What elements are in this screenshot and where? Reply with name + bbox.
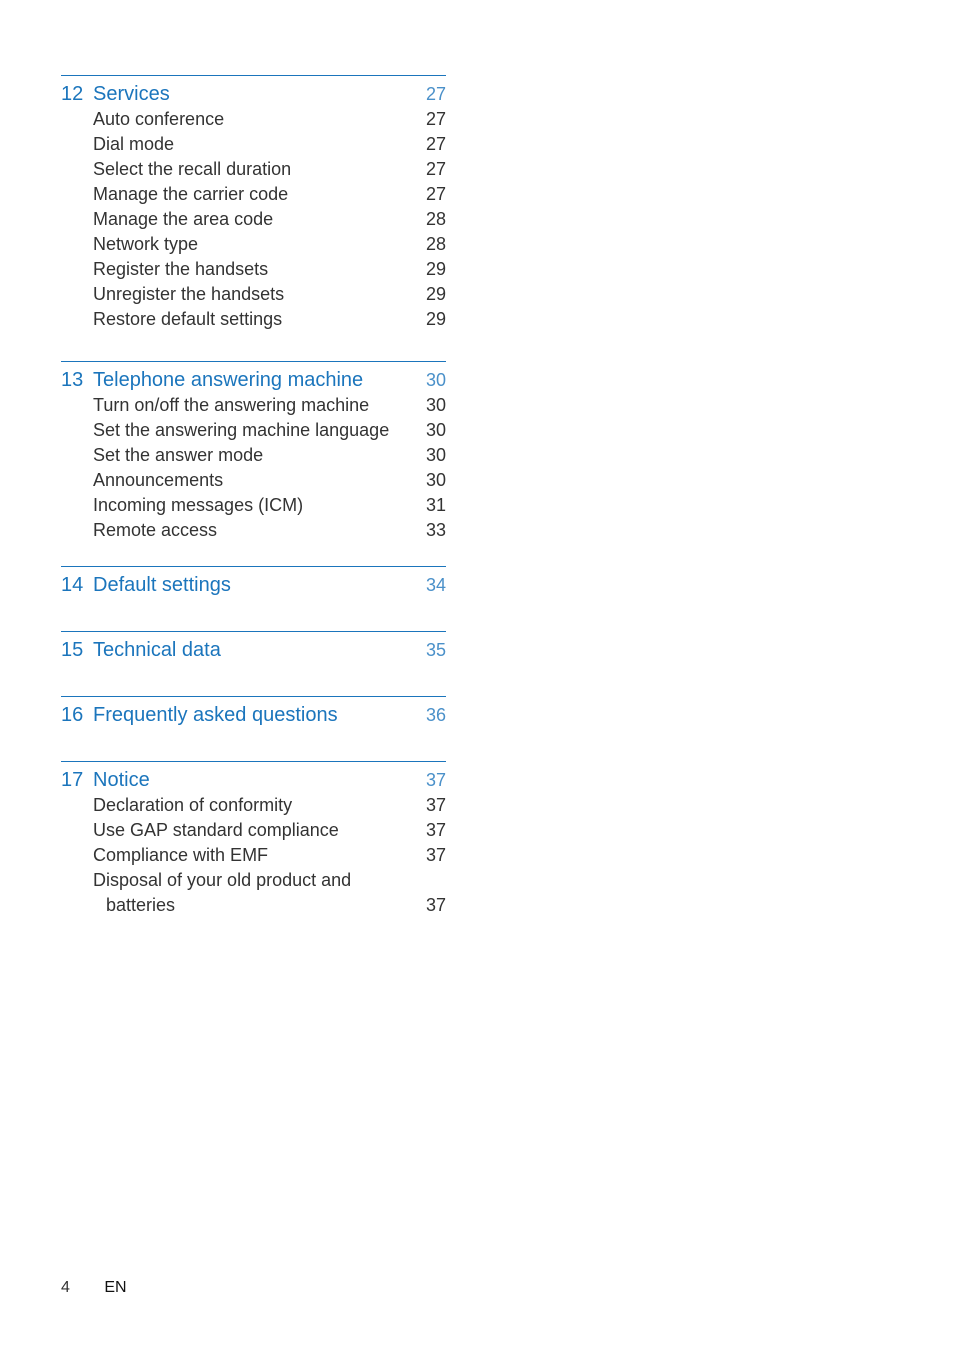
entry-page: 27	[425, 184, 446, 204]
section-page: 36	[425, 705, 446, 725]
toc-section: 12 Services 27 Auto conference 27 Dial mode 27…	[61, 75, 446, 332]
toc-heading[interactable]: 13 Telephone answering machine 30	[61, 368, 446, 393]
entry-page: 28	[425, 234, 446, 254]
toc-section: 16 Frequently asked questions 36	[61, 696, 446, 728]
entry-page: 30	[425, 395, 446, 415]
entry-page: 30	[425, 470, 446, 490]
entry-page: 37	[425, 820, 446, 840]
section-page: 37	[425, 770, 446, 790]
entry-page: 27	[425, 134, 446, 154]
entry-label: Announcements	[93, 470, 224, 490]
page-footer: 4 EN	[61, 1279, 127, 1297]
entry-label: Set the answer mode	[93, 445, 264, 465]
entry-page: 31	[425, 495, 446, 515]
toc-entry[interactable]: Dial mode 27	[61, 132, 446, 157]
entry-label: Disposal of your old product and	[93, 870, 352, 890]
toc-entry[interactable]: Announcements 30	[61, 468, 446, 493]
entry-page: 29	[425, 259, 446, 279]
toc-heading[interactable]: 16 Frequently asked questions 36	[61, 703, 446, 728]
entry-label: Set the answering machine language	[93, 420, 390, 440]
entry-label: Compliance with EMF	[93, 845, 269, 865]
toc-section: 17 Notice 37 Declaration of conformity 37 Use…	[61, 761, 446, 918]
toc-entry[interactable]: Auto conference 27	[61, 107, 446, 132]
entry-page: 30	[425, 420, 446, 440]
toc-entry[interactable]: Set the answering machine language 30	[61, 418, 446, 443]
entry-label: Restore default settings	[93, 309, 283, 329]
section-page: 30	[425, 370, 446, 390]
entry-page: 27	[425, 159, 446, 179]
entry-label: Remote access	[93, 520, 218, 540]
section-number: 16	[61, 704, 84, 726]
toc-entry[interactable]: Manage the area code 28	[61, 207, 446, 232]
section-page: 34	[425, 575, 446, 595]
entry-page: 29	[425, 309, 446, 329]
section-number: 17	[61, 769, 84, 791]
toc-entry[interactable]: Use GAP standard compliance 37	[61, 818, 446, 843]
toc-entry[interactable]: Disposal of your old product and	[61, 868, 446, 893]
section-page: 27	[425, 84, 446, 104]
section-number: 14	[61, 574, 84, 596]
toc-entry[interactable]: Compliance with EMF 37	[61, 843, 446, 868]
toc-heading[interactable]: 15 Technical data 35	[61, 638, 446, 663]
entry-label: Dial mode	[93, 134, 175, 154]
toc-entry[interactable]: Register the handsets 29	[61, 257, 446, 282]
entry-page: 29	[425, 284, 446, 304]
entry-page: 37	[425, 795, 446, 815]
toc-entry[interactable]: Declaration of conformity 37	[61, 793, 446, 818]
toc-entry[interactable]: batteries 37	[61, 893, 446, 918]
section-number: 15	[61, 639, 84, 661]
toc-heading[interactable]: 12 Services 27	[61, 82, 446, 107]
toc-entry[interactable]: Unregister the handsets 29	[61, 282, 446, 307]
toc-heading[interactable]: 14 Default settings 34	[61, 573, 446, 598]
section-title: Default settings	[93, 574, 231, 596]
entry-page: 37	[425, 845, 446, 865]
section-title: Frequently asked questions	[93, 704, 338, 726]
entry-label: batteries	[106, 895, 176, 915]
entry-label: Unregister the handsets	[93, 284, 285, 304]
toc-section: 15 Technical data 35	[61, 631, 446, 663]
toc-entry[interactable]: Remote access 33	[61, 518, 446, 543]
entry-label: Auto conference	[93, 109, 225, 129]
section-title: Services	[93, 83, 170, 105]
toc-section: 14 Default settings 34	[61, 566, 446, 598]
section-title: Notice	[93, 769, 150, 791]
section-number: 13	[61, 369, 84, 391]
entry-label: Register the handsets	[93, 259, 269, 279]
toc-entry[interactable]: Network type 28	[61, 232, 446, 257]
table-of-contents: 12 Services 27 Auto conference 27 Dial mode 27…	[61, 75, 446, 918]
entry-label: Manage the carrier code	[93, 184, 289, 204]
section-page: 35	[425, 640, 446, 660]
entry-label: Select the recall duration	[93, 159, 292, 179]
language-label: EN	[104, 1279, 127, 1296]
entry-label: Network type	[93, 234, 199, 254]
entry-page: 37	[425, 895, 446, 915]
toc-entry[interactable]: Set the answer mode 30	[61, 443, 446, 468]
entry-label: Declaration of conformity	[93, 795, 293, 815]
entry-label: Turn on/off the answering machine	[93, 395, 370, 415]
toc-entry[interactable]: Turn on/off the answering machine 30	[61, 393, 446, 418]
toc-entry[interactable]: Restore default settings 29	[61, 307, 446, 332]
entry-page: 30	[425, 445, 446, 465]
toc-section: 13 Telephone answering machine 30 Turn on/o…	[61, 361, 446, 543]
section-title: Telephone answering machine	[93, 369, 364, 391]
section-number: 12	[61, 83, 84, 105]
entry-page: 28	[425, 209, 446, 229]
entry-label: Use GAP standard compliance	[93, 820, 339, 840]
entry-label: Manage the area code	[93, 209, 274, 229]
toc-entry[interactable]: Incoming messages (ICM) 31	[61, 493, 446, 518]
page-number: 4	[61, 1279, 70, 1296]
toc-entry[interactable]: Select the recall duration 27	[61, 157, 446, 182]
section-title: Technical data	[93, 639, 221, 661]
toc-entry[interactable]: Manage the carrier code 27	[61, 182, 446, 207]
entry-page: 27	[425, 109, 446, 129]
entry-label: Incoming messages (ICM)	[93, 495, 304, 515]
toc-heading[interactable]: 17 Notice 37	[61, 768, 446, 793]
entry-page: 33	[425, 520, 446, 540]
